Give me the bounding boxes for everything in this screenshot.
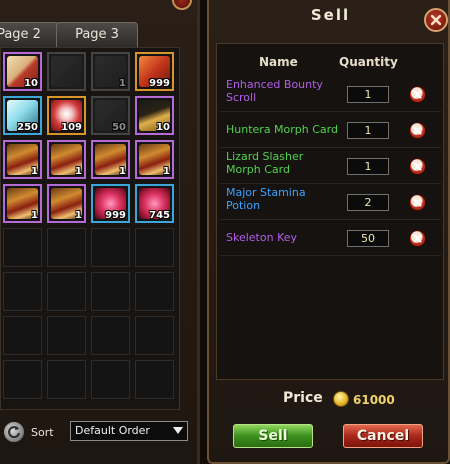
sell-item-row: Huntera Morph Card 1 <box>221 112 441 148</box>
inventory-slot[interactable] <box>47 228 86 267</box>
sell-item-name: Lizard Slasher Morph Card <box>226 150 304 176</box>
item-quantity: 1 <box>31 166 38 177</box>
inventory-slot[interactable] <box>47 52 86 91</box>
inventory-slot[interactable] <box>91 316 130 355</box>
remove-x-icon <box>413 162 422 171</box>
sort-order-select[interactable]: Default Order <box>70 421 188 441</box>
cancel-button[interactable]: Cancel <box>343 424 423 448</box>
item-quantity: 1 <box>31 210 38 221</box>
inventory-slot[interactable] <box>135 316 174 355</box>
column-header-name: Name <box>259 55 298 69</box>
inventory-slot[interactable]: 999 <box>91 184 130 223</box>
sell-button[interactable]: Sell <box>233 424 313 448</box>
inventory-slot[interactable]: 10 <box>135 96 174 135</box>
inventory-slot[interactable] <box>3 272 42 311</box>
item-quantity: 1 <box>119 78 126 89</box>
sort-label: Sort <box>31 426 54 439</box>
inventory-slot[interactable] <box>47 316 86 355</box>
item-quantity: 1 <box>163 166 170 177</box>
item-quantity: 1 <box>119 166 126 177</box>
item-quantity: 1 <box>75 210 82 221</box>
inventory-slot[interactable] <box>47 360 86 399</box>
gold-coin-icon <box>333 391 349 407</box>
inventory-slot[interactable]: 1 <box>47 140 86 179</box>
inventory-corner-ornament <box>172 0 192 10</box>
remove-item-button[interactable] <box>409 86 426 103</box>
item-quantity: 50 <box>112 122 126 133</box>
remove-item-button[interactable] <box>409 230 426 247</box>
item-quantity: 1 <box>75 166 82 177</box>
sell-item-row: Skeleton Key 50 <box>221 220 441 256</box>
inventory-slot[interactable] <box>3 360 42 399</box>
remove-x-icon <box>413 90 422 99</box>
inventory-slot[interactable]: 1 <box>3 140 42 179</box>
sell-item-row: Lizard Slasher Morph Card 1 <box>221 148 441 184</box>
sell-item-list: Name Quantity Enhanced Bounty Scroll 1 Hun… <box>216 43 444 380</box>
tab-page-3[interactable]: Page 3 <box>56 22 138 47</box>
remove-item-button[interactable] <box>409 158 426 175</box>
quantity-input[interactable]: 1 <box>347 122 389 139</box>
item-quantity: 999 <box>149 78 170 89</box>
inventory-slot[interactable]: 50 <box>91 96 130 135</box>
inventory-slot[interactable]: 745 <box>135 184 174 223</box>
close-icon <box>430 14 442 26</box>
inventory-slot[interactable] <box>135 228 174 267</box>
inventory-slot[interactable] <box>3 228 42 267</box>
inventory-slot[interactable]: 1 <box>47 184 86 223</box>
item-quantity: 999 <box>105 210 126 221</box>
inventory-slot[interactable] <box>91 228 130 267</box>
item-quantity: 109 <box>61 122 82 133</box>
column-header-quantity: Quantity <box>339 55 398 69</box>
price-value: 61000 <box>353 393 395 407</box>
inventory-slot[interactable]: 1 <box>135 140 174 179</box>
item-quantity: 10 <box>156 122 170 133</box>
quantity-input[interactable]: 50 <box>347 230 389 247</box>
remove-item-button[interactable] <box>409 122 426 139</box>
remove-x-icon <box>413 126 422 135</box>
remove-x-icon <box>413 198 422 207</box>
inventory-slot[interactable]: 250 <box>3 96 42 135</box>
quantity-input[interactable]: 1 <box>347 86 389 103</box>
sell-item-name: Enhanced Bounty Scroll <box>226 78 323 104</box>
inventory-slot[interactable] <box>91 272 130 311</box>
sell-item-row: Major Stamina Potion 2 <box>221 184 441 220</box>
remove-x-icon <box>413 234 422 243</box>
remove-item-button[interactable] <box>409 194 426 211</box>
sell-dialog: Sell Name Quantity Enhanced Bounty Scrol… <box>207 0 450 464</box>
inventory-slot[interactable]: 1 <box>91 140 130 179</box>
sort-button[interactable]: Sort <box>3 421 65 443</box>
inventory-slot[interactable]: 999 <box>135 52 174 91</box>
inventory-slot[interactable]: 109 <box>47 96 86 135</box>
inventory-slot[interactable] <box>3 316 42 355</box>
inventory-slot[interactable] <box>135 272 174 311</box>
close-button[interactable] <box>424 8 448 32</box>
item-quantity: 10 <box>24 78 38 89</box>
price-label: Price <box>283 390 323 406</box>
inventory-slot[interactable]: 10 <box>3 52 42 91</box>
quantity-input[interactable]: 1 <box>347 158 389 175</box>
sell-item-row: Enhanced Bounty Scroll 1 <box>221 76 441 112</box>
sort-order-value: Default Order <box>75 424 150 437</box>
inventory-slot[interactable]: 1 <box>91 52 130 91</box>
sell-item-name: Major Stamina Potion <box>226 186 306 212</box>
inventory-slot[interactable] <box>135 360 174 399</box>
sell-item-name: Skeleton Key <box>226 231 298 244</box>
dialog-title: Sell <box>310 6 351 24</box>
faded-item-icon <box>51 56 82 87</box>
sell-item-name: Huntera Morph Card <box>226 123 338 136</box>
quantity-input[interactable]: 2 <box>347 194 389 211</box>
inventory-slot[interactable]: 1 <box>3 184 42 223</box>
inventory-grid: 10 1 999 250 109 50 10 1 1 1 1 1 1 999 745 <box>0 47 180 410</box>
refresh-icon <box>3 421 25 443</box>
inventory-slot[interactable] <box>91 360 130 399</box>
chevron-down-icon <box>173 427 183 434</box>
item-quantity: 250 <box>17 122 38 133</box>
tab-page-2[interactable]: Page 2 <box>0 22 60 47</box>
item-quantity: 745 <box>149 210 170 221</box>
inventory-panel: Page 2 Page 3 10 1 999 250 109 50 10 1 1 1 1 1 1 999 7… <box>0 0 200 464</box>
inventory-slot[interactable] <box>47 272 86 311</box>
